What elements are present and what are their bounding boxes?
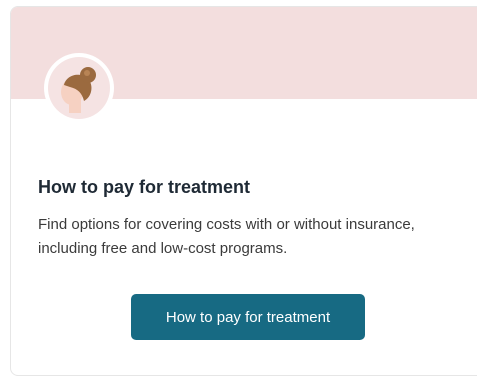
card-title: How to pay for treatment	[38, 177, 251, 197]
avatar	[44, 53, 114, 123]
person-with-bun-icon	[48, 57, 110, 119]
treatment-payment-card: How to pay for treatment Find options fo…	[10, 6, 477, 376]
how-to-pay-button[interactable]: How to pay for treatment	[131, 294, 365, 340]
card-description: Find options for covering costs with or …	[38, 216, 415, 257]
